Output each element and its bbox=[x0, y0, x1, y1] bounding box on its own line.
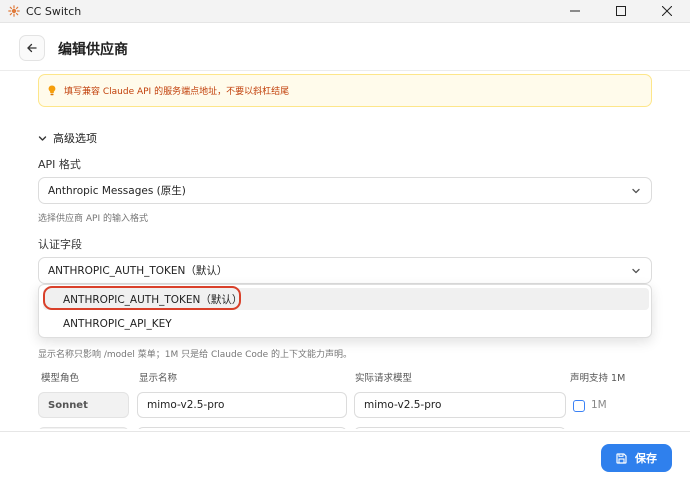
display-name-input[interactable]: mimo-v2.5-pro bbox=[137, 392, 347, 418]
model-mapping-hint: 显示名称只影响 /model 菜单；1M 只是给 Claude Code 的上下… bbox=[38, 350, 353, 360]
app-window: 编辑供应商 填写兼容 Claude API 的服务端点地址，不要以斜杠结尾 高级… bbox=[0, 22, 690, 483]
arrow-left-icon bbox=[27, 43, 37, 53]
api-format-label: API 格式 bbox=[38, 158, 81, 171]
close-button[interactable] bbox=[644, 0, 690, 22]
dropdown-option-auth-token[interactable]: ANTHROPIC_AUTH_TOKEN（默认） bbox=[43, 288, 649, 310]
auth-field-select[interactable]: ANTHROPIC_AUTH_TOKEN（默认） bbox=[38, 257, 652, 284]
column-header-display-name: 显示名称 bbox=[139, 373, 178, 384]
dropdown-option-api-key[interactable]: ANTHROPIC_API_KEY bbox=[43, 313, 649, 335]
tip-text: 填写兼容 Claude API 的服务端点地址，不要以斜杠结尾 bbox=[64, 87, 290, 97]
api-format-select[interactable]: Anthropic Messages (原生) bbox=[38, 177, 652, 204]
minimize-button[interactable] bbox=[552, 0, 598, 22]
minimize-icon bbox=[570, 10, 580, 12]
page-header: 编辑供应商 bbox=[0, 23, 690, 71]
close-icon bbox=[662, 6, 672, 16]
actual-model-input[interactable]: mimo-v2.5-pro bbox=[354, 392, 566, 418]
auth-field-value: ANTHROPIC_AUTH_TOKEN（默认） bbox=[48, 265, 228, 277]
model-role-next bbox=[38, 427, 129, 429]
footer-bar: 保存 bbox=[0, 431, 690, 483]
api-format-hint: 选择供应商 API 的输入格式 bbox=[38, 214, 148, 224]
column-header-role: 模型角色 bbox=[41, 373, 80, 384]
column-header-actual-model: 实际请求模型 bbox=[355, 373, 413, 384]
advanced-options-label: 高级选项 bbox=[53, 132, 97, 145]
advanced-options-toggle[interactable]: 高级选项 bbox=[38, 130, 97, 146]
maximize-button[interactable] bbox=[598, 0, 644, 22]
save-button[interactable]: 保存 bbox=[601, 444, 672, 472]
model-role-sonnet: Sonnet bbox=[38, 392, 129, 418]
endpoint-tip-banner: 填写兼容 Claude API 的服务端点地址，不要以斜杠结尾 bbox=[38, 74, 652, 107]
chevron-down-icon bbox=[38, 135, 47, 141]
column-header-1m-support: 声明支持 1M bbox=[570, 373, 626, 384]
maximize-icon bbox=[616, 6, 626, 16]
1m-support-label: 1M bbox=[591, 399, 607, 411]
api-format-value: Anthropic Messages (原生) bbox=[48, 185, 186, 197]
page-title: 编辑供应商 bbox=[58, 42, 128, 58]
save-label: 保存 bbox=[635, 452, 657, 465]
chevron-down-icon bbox=[632, 268, 640, 274]
1m-support-checkbox[interactable] bbox=[573, 400, 585, 412]
actual-model-input[interactable] bbox=[354, 427, 566, 429]
app-logo-icon bbox=[8, 5, 20, 17]
back-button[interactable] bbox=[19, 35, 45, 61]
auth-field-label: 认证字段 bbox=[38, 238, 82, 251]
title-bar: CC Switch bbox=[0, 0, 690, 22]
save-icon bbox=[616, 452, 627, 464]
window-controls bbox=[552, 0, 690, 22]
window-title: CC Switch bbox=[26, 4, 82, 18]
display-name-input[interactable] bbox=[137, 427, 347, 429]
chevron-down-icon bbox=[632, 188, 640, 194]
lightbulb-icon bbox=[48, 85, 58, 97]
auth-field-dropdown: ANTHROPIC_AUTH_TOKEN（默认） ANTHROPIC_API_K… bbox=[38, 284, 652, 338]
form-content[interactable]: 填写兼容 Claude API 的服务端点地址，不要以斜杠结尾 高级选项 API… bbox=[0, 71, 690, 429]
